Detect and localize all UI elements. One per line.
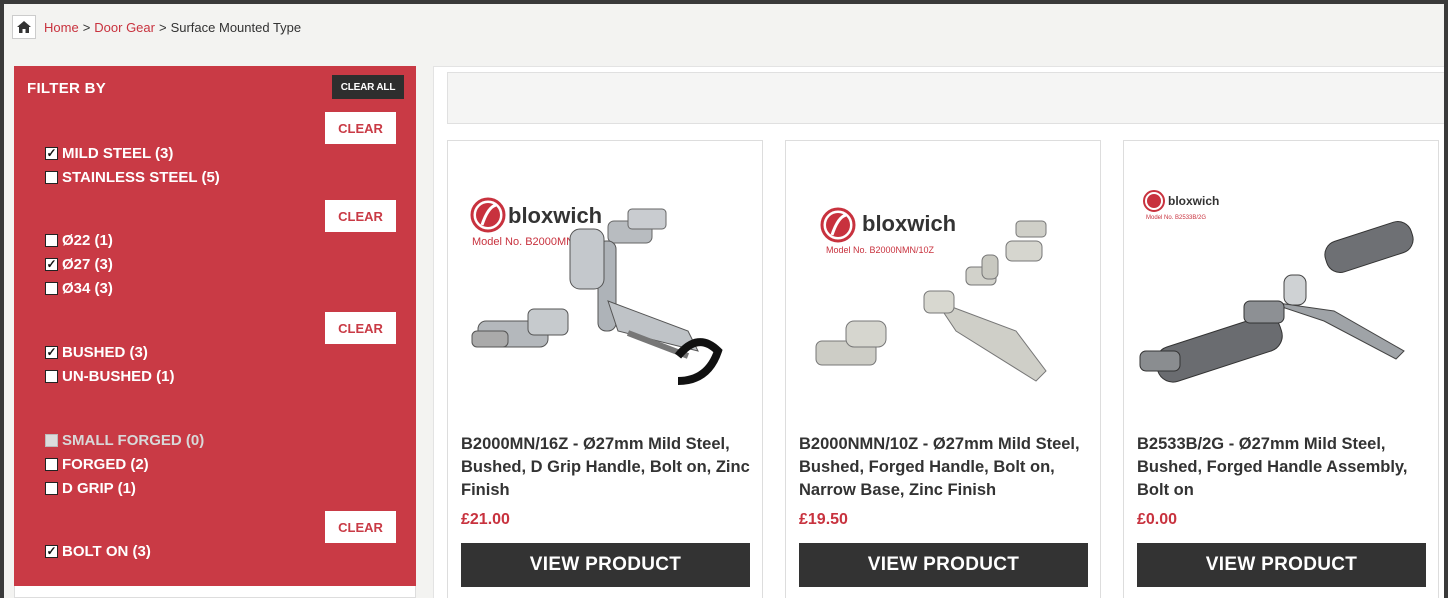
clear-diameter-button[interactable]: CLEAR xyxy=(325,200,396,232)
clear-bushing-button[interactable]: CLEAR xyxy=(325,312,396,344)
svg-text:Model No. B2533B/2G: Model No. B2533B/2G xyxy=(1146,215,1206,221)
product-image[interactable]: bloxwich Model No. B2000MN/16Z xyxy=(458,181,752,431)
breadcrumb-separator: > xyxy=(158,19,167,35)
product-price: £21.00 xyxy=(461,511,510,528)
product-price: £0.00 xyxy=(1137,511,1178,528)
product-price: £19.50 xyxy=(799,511,848,528)
clear-mounting-button[interactable]: CLEAR xyxy=(325,511,396,543)
filter-option-label: UN-BUSHED (1) xyxy=(62,367,175,385)
breadcrumb-home-link[interactable]: Home xyxy=(44,20,79,35)
filter-option-bolt-on[interactable]: ✓ BOLT ON (3) xyxy=(45,541,151,561)
filter-option-label: Ø34 (3) xyxy=(62,279,113,297)
breadcrumb-current: Surface Mounted Type xyxy=(170,19,302,35)
svg-text:bloxwich: bloxwich xyxy=(508,203,602,228)
filter-option-stainless-steel[interactable]: STAINLESS STEEL (5) xyxy=(45,167,220,187)
filter-option-un-bushed[interactable]: UN-BUSHED (1) xyxy=(45,366,175,386)
home-icon xyxy=(17,21,31,33)
filter-option-label: FORGED (2) xyxy=(62,455,149,473)
checkbox-icon[interactable]: ✓ xyxy=(45,544,58,558)
product-image[interactable]: bloxwich Model No. B2000NMN/10Z xyxy=(796,181,1090,431)
breadcrumb-door-gear-link[interactable]: Door Gear xyxy=(94,20,155,35)
checkbox-icon[interactable] xyxy=(45,369,58,383)
svg-text:bloxwich: bloxwich xyxy=(862,211,956,236)
view-product-button[interactable]: VIEW PRODUCT xyxy=(1137,543,1426,587)
checkbox-icon[interactable]: ✓ xyxy=(45,345,58,359)
view-product-button[interactable]: VIEW PRODUCT xyxy=(799,543,1088,587)
checkbox-icon[interactable] xyxy=(45,457,58,471)
breadcrumb: Home > Door Gear > Surface Mounted Type xyxy=(12,12,301,42)
product-image[interactable]: bloxwich Model No. B2533B/2G xyxy=(1134,181,1428,431)
listing-toolbar xyxy=(447,72,1444,124)
filter-option-label: BOLT ON (3) xyxy=(62,542,151,560)
filter-option-label: Ø22 (1) xyxy=(62,231,113,249)
filter-option-label: STAINLESS STEEL (5) xyxy=(62,168,220,186)
product-name[interactable]: B2000NMN/10Z - Ø27mm Mild Steel, Bushed,… xyxy=(799,433,1089,502)
filter-option-d-grip[interactable]: D GRIP (1) xyxy=(45,478,136,498)
product-name[interactable]: B2533B/2G - Ø27mm Mild Steel, Bushed, Fo… xyxy=(1137,433,1427,502)
breadcrumb-separator: > xyxy=(82,19,91,35)
svg-text:bloxwich: bloxwich xyxy=(1168,194,1219,208)
filter-option-label: BUSHED (3) xyxy=(62,343,148,361)
filter-title: FILTER BY xyxy=(27,80,107,97)
filter-option-label: D GRIP (1) xyxy=(62,479,136,497)
filter-option-label: MILD STEEL (3) xyxy=(62,144,174,162)
filter-panel: FILTER BY CLEAR ALL CLEAR ✓ MILD STEEL (… xyxy=(14,66,416,586)
product-name[interactable]: B2000MN/16Z - Ø27mm Mild Steel, Bushed, … xyxy=(461,433,751,502)
bloxwich-logo: bloxwich Model No. B2533B/2G xyxy=(1143,190,1219,221)
clear-material-button[interactable]: CLEAR xyxy=(325,112,396,144)
filter-option-d22[interactable]: Ø22 (1) xyxy=(45,230,113,250)
checkbox-icon[interactable]: ✓ xyxy=(45,146,58,160)
filter-option-forged[interactable]: FORGED (2) xyxy=(45,454,149,474)
checkbox-icon[interactable] xyxy=(45,481,58,495)
filter-option-d27[interactable]: ✓ Ø27 (3) xyxy=(45,254,113,274)
svg-text:Model No. B2000NMN/10Z: Model No. B2000NMN/10Z xyxy=(826,245,935,255)
filter-option-d34[interactable]: Ø34 (3) xyxy=(45,278,113,298)
filter-option-label: SMALL FORGED (0) xyxy=(62,431,205,449)
page: Home > Door Gear > Surface Mounted Type … xyxy=(4,4,1444,598)
checkbox-icon[interactable]: ✓ xyxy=(45,257,58,271)
checkbox-icon xyxy=(45,433,58,447)
filter-panel-footer xyxy=(14,586,416,598)
clear-all-button[interactable]: CLEAR ALL xyxy=(332,75,404,99)
filter-option-bushed[interactable]: ✓ BUSHED (3) xyxy=(45,342,148,362)
home-button[interactable] xyxy=(12,15,36,39)
view-product-button[interactable]: VIEW PRODUCT xyxy=(461,543,750,587)
filter-option-small-forged: SMALL FORGED (0) xyxy=(45,430,204,450)
checkbox-icon[interactable] xyxy=(45,170,58,184)
bloxwich-logo: bloxwich Model No. B2000NMN/10Z xyxy=(820,207,956,255)
filter-option-label: Ø27 (3) xyxy=(62,255,113,273)
checkbox-icon[interactable] xyxy=(45,281,58,295)
product-card: bloxwich Model No. B2000NMN/10Z B2000NMN… xyxy=(785,140,1101,598)
product-card: bloxwich Model No. B2533B/2G B2533B/2G -… xyxy=(1123,140,1439,598)
product-card: bloxwich Model No. B2000MN/16Z B2000MN/1… xyxy=(447,140,763,598)
checkbox-icon[interactable] xyxy=(45,233,58,247)
filter-option-mild-steel[interactable]: ✓ MILD STEEL (3) xyxy=(45,143,173,163)
